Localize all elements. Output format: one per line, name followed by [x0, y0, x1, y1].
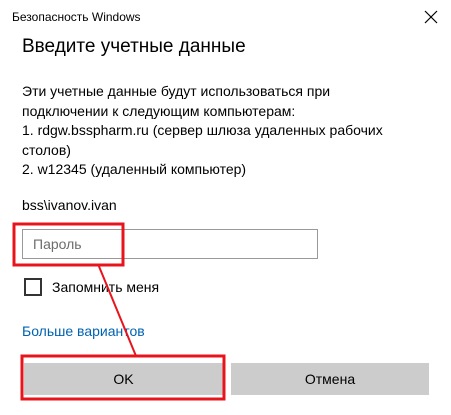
username-label: bss\ivanov.ivan — [22, 197, 117, 213]
message-line: 2. w12345 (удаленный компьютер) — [22, 161, 247, 177]
dialog-message: Эти учетные данные будут использоваться … — [22, 82, 442, 180]
cancel-button[interactable]: Отмена — [231, 363, 429, 395]
title-bar: Безопасность Windows — [0, 0, 451, 36]
ok-button[interactable]: OK — [24, 363, 223, 395]
window-title: Безопасность Windows — [12, 10, 141, 24]
credentials-dialog: Безопасность Windows Введите учетные дан… — [0, 0, 451, 415]
dialog-heading: Введите учетные данные — [22, 36, 246, 57]
message-line: 1. rdgw.bsspharm.ru (сервер шлюза удален… — [22, 122, 383, 138]
checkbox-box[interactable] — [24, 278, 42, 296]
close-icon — [424, 10, 438, 24]
message-line: подключении к следующим компьютерам: — [22, 102, 296, 119]
message-line: столов) — [22, 141, 71, 158]
message-line: Эти учетные данные будут использоваться … — [22, 83, 331, 99]
password-field[interactable] — [22, 229, 318, 259]
remember-me-checkbox[interactable]: Запомнить меня — [24, 278, 159, 296]
remember-me-label: Запомнить меня — [52, 279, 160, 295]
more-options-link[interactable]: Больше вариантов — [22, 323, 145, 339]
close-button[interactable] — [411, 0, 451, 34]
